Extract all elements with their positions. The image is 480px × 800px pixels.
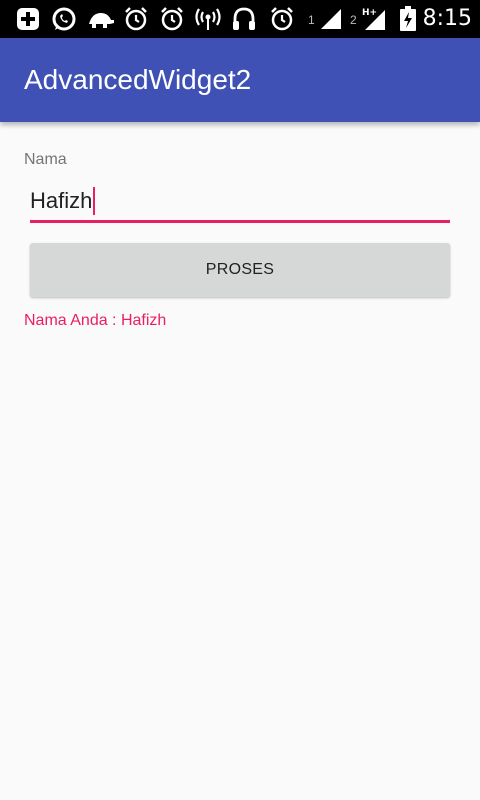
headphones-icon	[230, 5, 258, 33]
battery-charging-icon	[398, 5, 418, 33]
sim1-label: 1	[308, 13, 315, 27]
wifi-hotspot-icon	[194, 5, 222, 33]
name-input[interactable]: Hafizh	[30, 186, 96, 216]
whatsapp-icon	[50, 5, 78, 33]
alarm-icon	[268, 5, 296, 33]
alarm-icon	[158, 5, 186, 33]
signal-icon	[318, 5, 344, 33]
status-bar-clock: 8:15	[422, 6, 472, 31]
sim2-label: 2	[350, 13, 357, 27]
alarm-icon	[122, 5, 150, 33]
nama-label: Nama	[24, 151, 67, 168]
status-bar: 1 2 H+ 8:15	[0, 0, 480, 38]
app-bar: AdvancedWidget2	[0, 38, 480, 122]
name-input-value: Hafizh	[30, 188, 93, 213]
app-title: AdvancedWidget2	[24, 64, 252, 95]
add-box-icon	[14, 5, 42, 33]
text-cursor	[93, 187, 96, 215]
turtle-icon	[86, 5, 116, 33]
screen: 1 2 H+ 8:15 AdvancedWidget2 Nama Hafizh …	[0, 0, 480, 800]
result-text: Nama Anda : Hafizh	[24, 312, 167, 329]
proses-button[interactable]: PROSES	[30, 243, 450, 297]
input-underline	[30, 220, 450, 223]
svg-text:H+: H+	[362, 8, 377, 18]
signal-h-plus-icon: H+	[360, 5, 388, 33]
name-input-field[interactable]: Hafizh	[30, 182, 450, 224]
